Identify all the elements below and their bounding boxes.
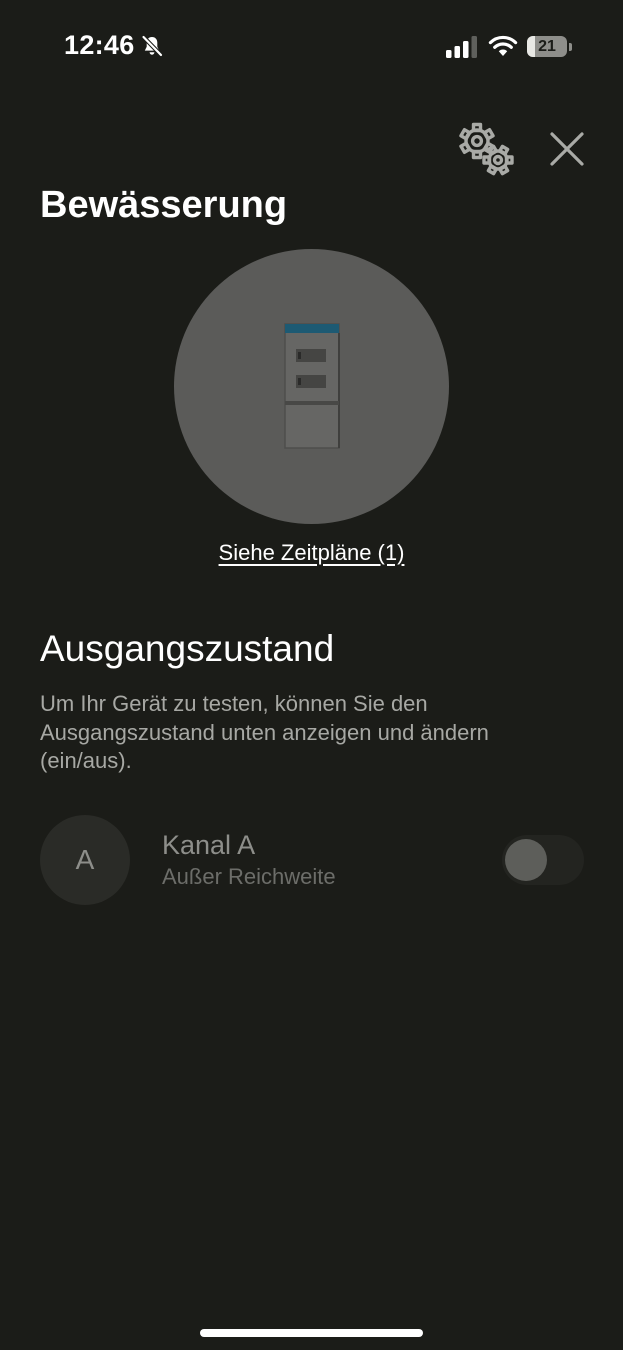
wifi-icon <box>488 35 518 56</box>
cellular-signal-icon <box>446 36 477 58</box>
battery-icon: 21 <box>527 36 573 58</box>
channel-row: A Kanal A Außer Reichweite <box>40 815 585 905</box>
battery-level: 21 <box>538 38 556 55</box>
channel-toggle[interactable] <box>502 835 584 885</box>
channel-avatar: A <box>40 815 130 905</box>
status-time: 12:46 <box>64 30 135 60</box>
status-bar: 12:46 21 <box>0 0 623 92</box>
device-detail-screen: 12:46 21 Bewässerung Siehe Zeitpläne (1)… <box>0 0 623 1350</box>
close-button[interactable] <box>544 126 590 172</box>
gears-icon <box>459 122 514 176</box>
toggle-knob <box>505 839 547 881</box>
home-indicator[interactable] <box>200 1329 423 1337</box>
battery-body: 21 <box>527 36 567 57</box>
battery-tip <box>569 43 572 51</box>
close-icon <box>550 132 584 166</box>
schedules-link[interactable]: Siehe Zeitpläne (1) <box>0 540 623 566</box>
page-title: Bewässerung <box>40 184 288 226</box>
output-state-description: Um Ihr Gerät zu testen, können Sie den A… <box>40 691 489 773</box>
channel-name: Kanal A <box>162 830 256 860</box>
bell-slash-icon <box>141 35 163 57</box>
settings-button[interactable] <box>458 122 518 178</box>
channel-status: Außer Reichweite <box>162 864 336 889</box>
device-image-circle <box>174 249 449 524</box>
irrigation-controller-icon <box>284 323 340 449</box>
output-state-title: Ausgangszustand <box>40 628 335 669</box>
